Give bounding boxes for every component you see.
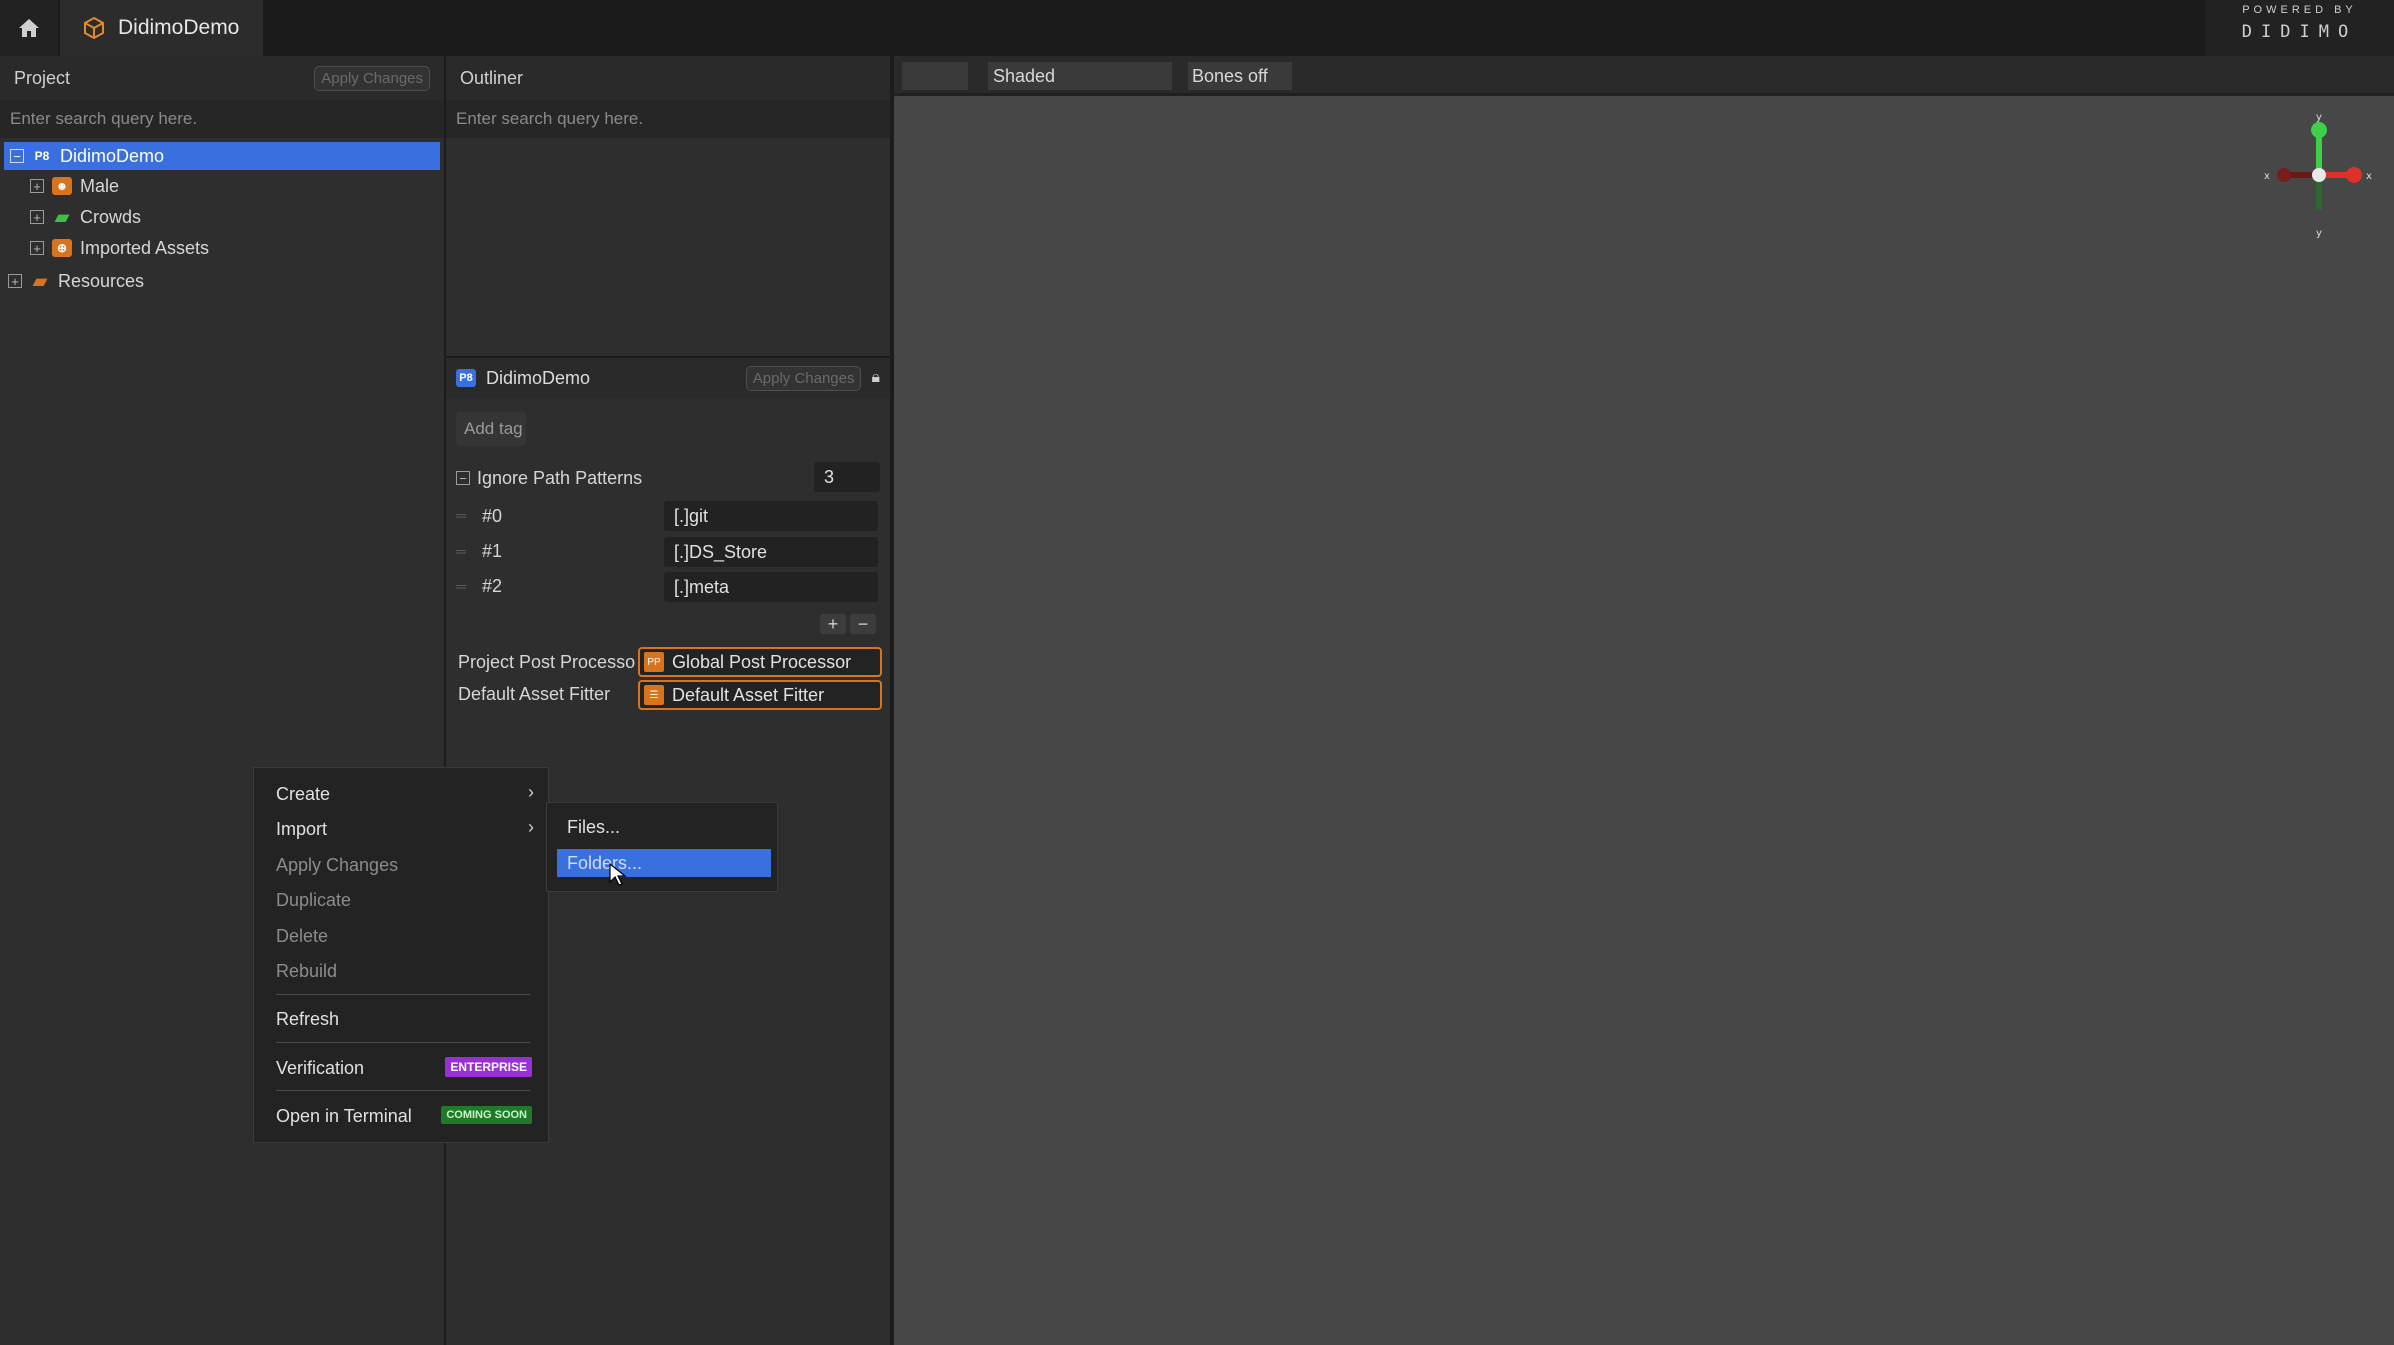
menu-item-refresh[interactable]: Refresh xyxy=(276,1009,339,1030)
ignore-count-field[interactable]: 3 xyxy=(814,462,880,492)
menu-item-duplicate[interactable]: Duplicate xyxy=(276,890,351,911)
tree-item-didimodemo[interactable]: − P8 DidimoDemo xyxy=(4,142,440,170)
chevron-right-icon: › xyxy=(528,782,534,802)
tab-label: DidimoDemo xyxy=(118,16,240,39)
pattern-index: #1 xyxy=(482,541,503,561)
mouse-cursor-icon xyxy=(609,863,627,886)
add-pattern-button[interactable]: + xyxy=(820,614,846,634)
menu-item-apply-changes[interactable]: Apply Changes xyxy=(276,855,398,876)
bones-toggle[interactable]: Bones off xyxy=(1188,62,1292,90)
tree-item-label: Resources xyxy=(58,270,145,291)
menu-item-create[interactable]: Create xyxy=(276,784,330,805)
post-processor-value: Global Post Processor xyxy=(672,651,852,672)
asset-filter-field[interactable]: ☰ Default Asset Fitter xyxy=(638,680,882,710)
tree-item-male[interactable]: + ☻ Male xyxy=(30,172,119,200)
pattern-index: #2 xyxy=(482,576,503,596)
inspector-title: DidimoDemo xyxy=(486,367,591,388)
drag-handle-icon[interactable]: ═ xyxy=(456,578,466,594)
pattern-field[interactable]: [.]DS_Store xyxy=(664,537,878,567)
ignore-patterns-label: Ignore Path Patterns xyxy=(477,468,643,488)
viewport-3d[interactable]: Shaded Bones off y y x x xyxy=(894,56,2394,1345)
drag-handle-icon[interactable]: ═ xyxy=(456,543,466,559)
drag-handle-icon[interactable]: ═ xyxy=(456,507,466,523)
menu-item-verification[interactable]: Verification xyxy=(276,1058,364,1079)
top-bar: DidimoDemo POWERED BY DIDIMO xyxy=(0,0,2394,56)
import-submenu: Files... Folders... xyxy=(546,802,778,892)
asset-filter-value: Default Asset Fitter xyxy=(672,684,825,705)
viewport-toolbar: Shaded Bones off xyxy=(894,56,2394,96)
outliner-search-input[interactable]: Enter search query here. xyxy=(446,100,890,138)
expand-icon[interactable]: + xyxy=(8,274,22,288)
folder-orange-icon: ▰ xyxy=(33,270,47,291)
panel-title: Outliner xyxy=(460,67,524,88)
folder-green-icon: ▰ xyxy=(55,206,69,227)
collapse-icon[interactable]: − xyxy=(456,471,470,485)
expand-icon[interactable]: + xyxy=(30,179,44,193)
outliner-panel: Outliner Enter search query here. xyxy=(446,56,890,356)
pattern-field[interactable]: [.]meta xyxy=(664,572,878,602)
tree-item-imported-assets[interactable]: + ⊕ Imported Assets xyxy=(30,234,209,262)
remove-pattern-button[interactable]: − xyxy=(850,614,876,634)
project-header: Project Apply Changes xyxy=(0,56,444,100)
coming-soon-badge: COMING SOON xyxy=(441,1106,532,1124)
powered-by-logo: POWERED BY DIDIMO xyxy=(2205,0,2394,56)
svg-text:x: x xyxy=(2366,171,2372,182)
panel-title: Project xyxy=(14,67,71,88)
camera-dropdown[interactable] xyxy=(902,62,968,90)
menu-separator xyxy=(276,994,530,995)
filter-icon: ☰ xyxy=(644,685,664,705)
project-search-input[interactable]: Enter search query here. xyxy=(0,100,444,138)
axis-gizmo-icon[interactable]: y y x x xyxy=(2254,110,2384,240)
outliner-header: Outliner xyxy=(446,56,890,100)
cube-icon xyxy=(84,16,104,40)
svg-text:y: y xyxy=(2316,228,2322,239)
person-icon: ☻ xyxy=(52,177,72,195)
pattern-field[interactable]: [.]git xyxy=(664,501,878,531)
expand-icon[interactable]: + xyxy=(30,241,44,255)
powered-by-text: POWERED BY xyxy=(2242,4,2357,16)
tree-item-label: DidimoDemo xyxy=(60,145,165,166)
project-icon: P8 xyxy=(456,369,476,387)
submenu-item-files[interactable]: Files... xyxy=(557,813,771,841)
tree-item-label: Male xyxy=(80,175,120,196)
post-processor-label: Project Post Processo xyxy=(458,652,636,672)
project-icon: P8 xyxy=(34,149,50,163)
menu-separator xyxy=(276,1042,530,1043)
asset-filter-label: Default Asset Fitter xyxy=(458,684,611,704)
brand-logo: DIDIMO xyxy=(2241,22,2358,42)
menu-separator xyxy=(276,1090,530,1091)
menu-item-delete[interactable]: Delete xyxy=(276,926,328,947)
add-tag-button[interactable]: Add tag xyxy=(456,412,526,446)
context-menu: Create › Import › Apply Changes Duplicat… xyxy=(253,767,549,1143)
apply-changes-button[interactable]: Apply Changes xyxy=(745,365,862,391)
submenu-item-folders[interactable]: Folders... xyxy=(557,849,771,877)
post-processor-field[interactable]: PP Global Post Processor xyxy=(638,647,882,677)
post-processor-icon: PP xyxy=(644,652,664,672)
project-panel: Project Apply Changes Enter search query… xyxy=(0,56,444,1345)
lock-icon[interactable]: 🔒︎ xyxy=(871,369,880,387)
home-icon xyxy=(19,19,39,37)
tree-item-crowds[interactable]: + ▰ Crowds xyxy=(30,203,141,231)
import-icon: ⊕ xyxy=(52,239,72,257)
tree-item-label: Imported Assets xyxy=(80,237,210,258)
menu-item-open-terminal[interactable]: Open in Terminal xyxy=(276,1106,412,1127)
tree-item-label: Crowds xyxy=(80,206,142,227)
tree-item-resources[interactable]: + ▰ Resources xyxy=(8,267,144,295)
apply-changes-button[interactable]: Apply Changes xyxy=(314,65,430,91)
svg-text:y: y xyxy=(2316,112,2322,123)
collapse-icon[interactable]: − xyxy=(10,149,24,163)
shading-dropdown[interactable]: Shaded xyxy=(988,62,1172,90)
tab-project[interactable]: DidimoDemo xyxy=(60,0,263,56)
chevron-right-icon: › xyxy=(528,817,534,837)
pattern-index: #0 xyxy=(482,506,503,526)
expand-icon[interactable]: + xyxy=(30,210,44,224)
svg-text:x: x xyxy=(2264,171,2270,182)
enterprise-badge: ENTERPRISE xyxy=(445,1057,532,1077)
menu-item-rebuild[interactable]: Rebuild xyxy=(276,961,337,982)
menu-item-import[interactable]: Import xyxy=(276,819,327,840)
home-button[interactable] xyxy=(0,0,58,56)
inspector-header: P8 DidimoDemo Apply Changes 🔒︎ xyxy=(446,356,890,398)
